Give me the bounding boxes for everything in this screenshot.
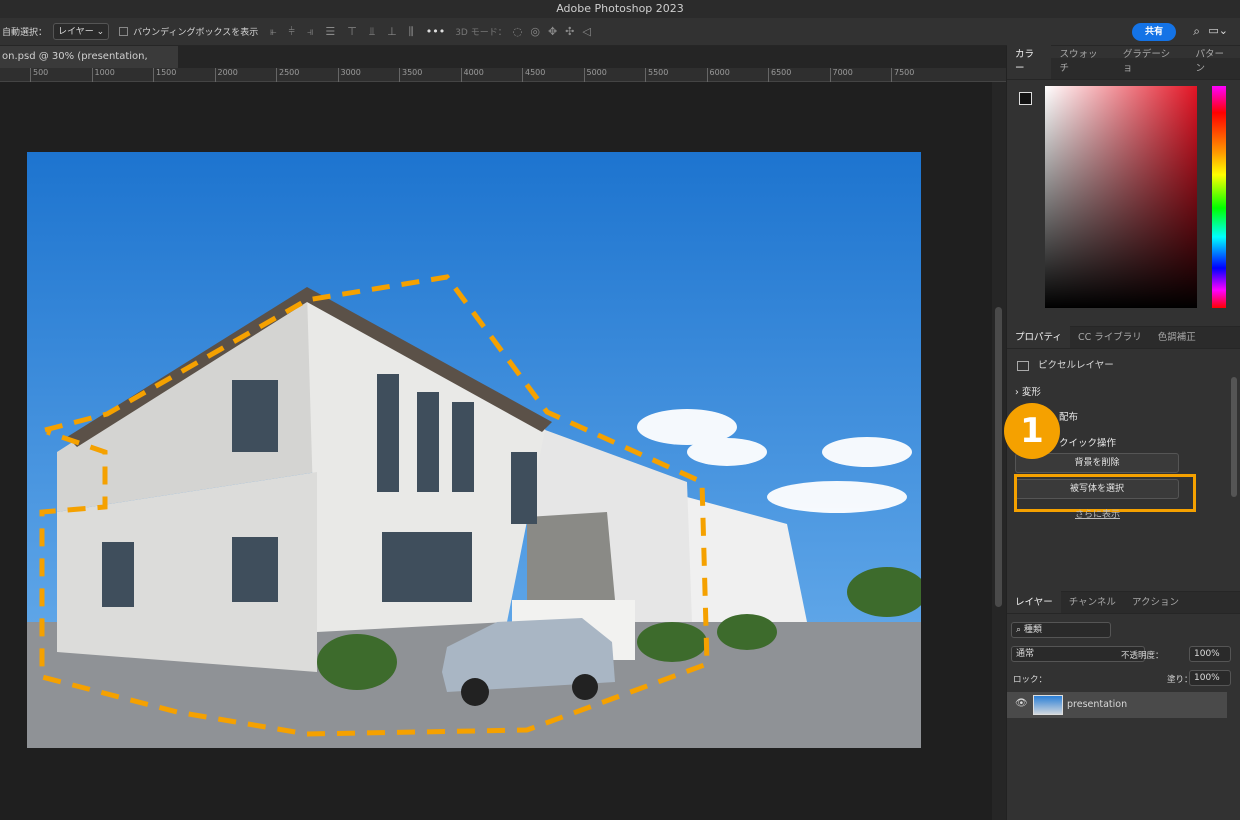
auto-select-label: 自動選択：: [2, 28, 48, 38]
eye-icon[interactable]: 👁: [1015, 698, 1028, 709]
ruler-tick: 6500: [768, 68, 791, 82]
ruler-tick: 5500: [645, 68, 668, 82]
section-quick-actions[interactable]: クイック操作: [1059, 435, 1116, 449]
tab-patterns[interactable]: パターン: [1188, 46, 1240, 79]
ruler-tick: 3000: [337, 68, 361, 82]
tab-adjustments[interactable]: 色調補正: [1150, 329, 1204, 348]
distribute-h-icon[interactable]: ⫼: [409, 25, 414, 39]
hue-slider[interactable]: [1212, 86, 1226, 308]
ruler-tick: 1500: [153, 68, 176, 82]
section-transform-label: 変形: [1021, 387, 1041, 398]
opacity-label: 不透明度：: [1121, 651, 1164, 661]
lock-label: ロック：: [1013, 675, 1048, 685]
roll-3d-icon[interactable]: ◎: [530, 25, 540, 38]
section-align[interactable]: 配布: [1059, 409, 1078, 423]
tab-cc-libraries[interactable]: CC ライブラリ: [1070, 329, 1150, 348]
align-top-icon[interactable]: ⊤: [347, 25, 357, 38]
more-options-icon[interactable]: •••: [426, 25, 445, 38]
ruler-tick: 2500: [276, 68, 299, 82]
step-badge: 1: [1004, 403, 1060, 459]
distribute-icon[interactable]: ☰: [325, 25, 335, 38]
tab-layers[interactable]: レイヤー: [1007, 590, 1061, 613]
share-button[interactable]: 共有: [1132, 23, 1176, 41]
blend-mode-value: 通常: [1016, 649, 1035, 659]
pan-3d-icon[interactable]: ✥: [548, 25, 557, 38]
ruler-tick: 7000: [829, 68, 853, 82]
tab-color[interactable]: カラー: [1007, 42, 1052, 79]
slide-3d-icon[interactable]: ✣: [565, 25, 574, 38]
align-bottom-icon[interactable]: ⊥: [387, 25, 397, 38]
ruler-tick: 4000: [460, 68, 484, 82]
horizontal-ruler: 500 1000 1500 2000 2500 3000 3500 4000 4500 5000 5…: [0, 68, 1006, 82]
fill-field[interactable]: 100%: [1189, 670, 1231, 686]
ruler-tick: 7500: [891, 68, 914, 82]
document-tab-row: on.psd @ 30% (presentation, RGB/8): [0, 46, 1006, 84]
auto-select-value: レイヤー: [58, 27, 94, 37]
layer-type-row: ピクセルレイヤー: [1017, 357, 1114, 371]
ruler-tick: 500: [30, 68, 48, 82]
workspace-icon[interactable]: ▭⌄: [1208, 24, 1228, 37]
select-subject-button[interactable]: 被写体を選択: [1014, 474, 1196, 512]
scrollbar-thumb[interactable]: [995, 307, 1002, 607]
canvas-scrollbar[interactable]: [992, 82, 1006, 820]
show-more-link[interactable]: さらに表示: [1075, 507, 1120, 520]
ruler-tick: 1000: [91, 68, 115, 82]
layer-thumbnail: [1033, 695, 1063, 715]
search-icon[interactable]: ⌕: [1193, 24, 1200, 39]
ruler-tick: 5000: [583, 68, 607, 82]
window-title: Adobe Photoshop 2023: [0, 0, 1240, 18]
document-image[interactable]: [27, 152, 921, 748]
layer-filter-value: 種類: [1023, 625, 1042, 635]
options-bar: 自動選択： レイヤー ⌄ バウンディングボックスを表示 ⫦ ⫩ ⫣ ☰ ⊤ ⫫ …: [0, 18, 1240, 46]
ruler-tick: 6000: [706, 68, 730, 82]
ruler-tick: 3500: [399, 68, 422, 82]
foreground-color-swatch[interactable]: [1019, 92, 1032, 105]
align-center-icon[interactable]: ⫩: [288, 25, 294, 39]
select-subject-label: 被写体を選択: [1069, 484, 1124, 494]
scale-3d-icon[interactable]: ◁: [582, 25, 590, 38]
section-quick-actions-label: クイック操作: [1059, 438, 1117, 449]
pixel-layer-icon: [1017, 360, 1029, 371]
tab-channels[interactable]: チャンネル: [1061, 594, 1124, 613]
section-transform[interactable]: › 変形: [1015, 384, 1041, 398]
tab-gradients[interactable]: グラデーショ: [1115, 46, 1188, 79]
tab-properties[interactable]: プロパティ: [1007, 325, 1070, 348]
layer-filter-dropdown[interactable]: ⌕ 種類: [1011, 622, 1111, 638]
tab-actions[interactable]: アクション: [1124, 594, 1187, 613]
align-left-icon[interactable]: ⫦: [270, 25, 276, 39]
opacity-field[interactable]: 100%: [1189, 646, 1231, 662]
section-align-label: 配布: [1059, 412, 1079, 423]
layer-name: presentation: [1067, 699, 1128, 710]
canvas-area[interactable]: [0, 82, 992, 820]
tab-swatches[interactable]: スウォッチ: [1051, 46, 1114, 79]
mode-3d-label: 3D モード：: [455, 28, 507, 38]
bounding-box-label: バウンディングボックスを表示: [133, 28, 259, 38]
align-middle-icon[interactable]: ⫫: [369, 25, 375, 39]
document-tab[interactable]: on.psd @ 30% (presentation, RGB/8): [0, 46, 178, 84]
color-picker-field[interactable]: [1045, 86, 1197, 308]
bounding-box-checkbox[interactable]: [119, 27, 129, 36]
align-right-icon[interactable]: ⫣: [307, 25, 314, 39]
auto-select-dropdown[interactable]: レイヤー ⌄: [53, 23, 110, 40]
orbit-3d-icon[interactable]: ◌: [513, 25, 523, 38]
ruler-tick: 2000: [214, 68, 238, 82]
properties-scrollbar[interactable]: [1231, 377, 1237, 497]
layer-row[interactable]: 👁 presentation: [1007, 692, 1227, 718]
ruler-tick: 4500: [522, 68, 545, 82]
layer-type-label: ピクセルレイヤー: [1038, 360, 1114, 371]
